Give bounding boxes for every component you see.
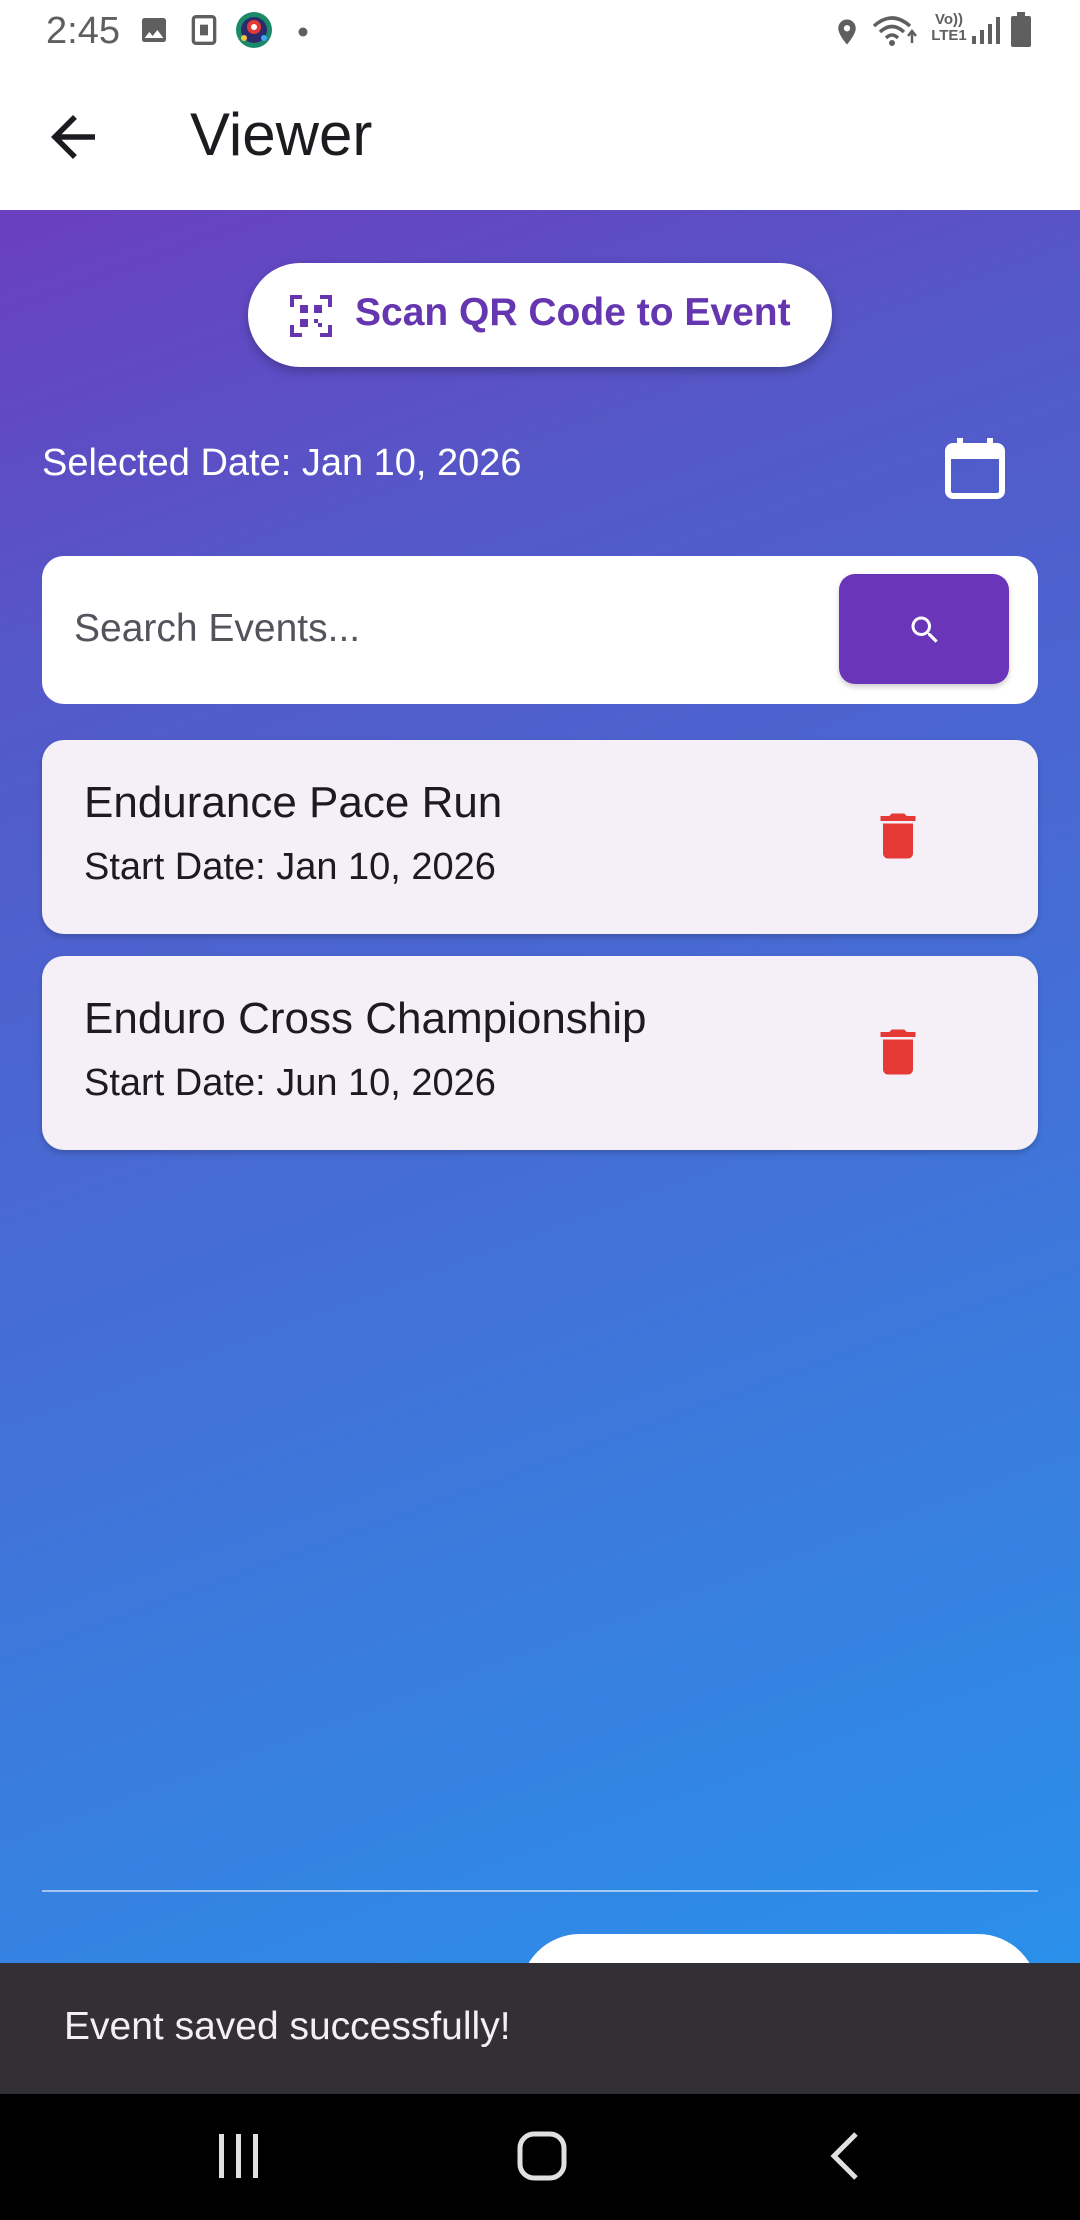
event-card[interactable]: Enduro Cross Championship Start Date: Ju… (42, 956, 1038, 1150)
system-nav-bar (0, 2094, 1080, 2220)
event-start-date: Start Date: Jan 10, 2026 (84, 846, 496, 888)
qr-code-scanner-icon (290, 295, 332, 337)
volte-text-2: LTE1 (931, 27, 967, 44)
delete-event-button[interactable] (868, 1022, 928, 1082)
search-icon (911, 616, 938, 643)
screen: 2:45 Vo)) LTE1 Viewer Scan QR Code to Ev… (0, 0, 1080, 2220)
scan-qr-label: Scan QR Code to Event (355, 291, 791, 334)
scan-qr-button[interactable]: Scan QR Code to Event (248, 263, 832, 367)
sim-card-icon (190, 14, 218, 51)
divider (42, 1890, 1038, 1892)
arrow-back-icon (51, 115, 95, 159)
app-badge-icon (234, 10, 274, 55)
signal-icon (970, 14, 1002, 51)
event-start-date: Start Date: Jun 10, 2026 (84, 1062, 496, 1104)
search-bar (42, 556, 1038, 704)
event-card[interactable]: Endurance Pace Run Start Date: Jan 10, 2… (42, 740, 1038, 934)
home-icon[interactable] (516, 2130, 568, 2187)
event-title: Endurance Pace Run (84, 778, 503, 827)
back-icon[interactable] (826, 2130, 862, 2187)
search-button[interactable] (839, 574, 1009, 684)
search-input[interactable] (74, 596, 834, 662)
snackbar: Event saved successfully! (0, 1963, 1080, 2094)
delete-icon (880, 1029, 916, 1075)
recents-icon[interactable] (216, 2130, 262, 2187)
status-time: 2:45 (46, 10, 120, 52)
snackbar-message: Event saved successfully! (64, 2005, 511, 2048)
status-bar: 2:45 Vo)) LTE1 (0, 0, 1080, 64)
event-title: Enduro Cross Championship (84, 994, 647, 1043)
back-button[interactable] (40, 104, 106, 170)
calendar-icon (945, 438, 1005, 499)
delete-event-button[interactable] (868, 806, 928, 866)
selected-date-text: Selected Date: Jan 10, 2026 (42, 442, 522, 484)
dot-icon (298, 24, 308, 42)
location-icon (832, 14, 862, 55)
wifi-icon (872, 14, 918, 53)
calendar-button[interactable] (942, 435, 1008, 501)
volte-icon: Vo)) LTE1 (924, 12, 974, 44)
battery-icon (1010, 12, 1032, 53)
page-title: Viewer (190, 101, 373, 168)
volte-text-1: Vo)) (934, 11, 964, 28)
app-bar: Viewer (0, 64, 1080, 210)
delete-icon (880, 813, 916, 859)
image-icon (138, 14, 170, 51)
main-content: Scan QR Code to Event Selected Date: Jan… (0, 210, 1080, 1994)
